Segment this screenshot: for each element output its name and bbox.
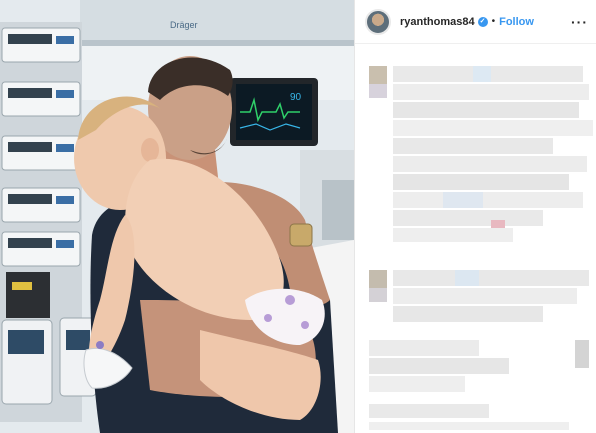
pixelated-avatar-shade bbox=[369, 288, 387, 302]
pixelated-text-block bbox=[393, 84, 589, 100]
username-link[interactable]: ryanthomas84 bbox=[400, 16, 475, 28]
post-header: ryanthomas84 ✓ • Follow ··· bbox=[355, 0, 596, 44]
pixelated-comments-area bbox=[355, 44, 596, 433]
pixelated-text-block bbox=[393, 306, 543, 322]
pixelated-text-block bbox=[369, 422, 569, 430]
vital-signs-monitor: 90 bbox=[230, 78, 318, 146]
pixelated-avatar bbox=[369, 66, 387, 84]
pixelated-text-block bbox=[393, 210, 543, 226]
pixelated-avatar bbox=[575, 340, 589, 368]
more-options-icon[interactable]: ··· bbox=[571, 14, 588, 30]
instagram-post: Dräger 90 ryanthomas84 ✓ • Follow ··· bbox=[0, 0, 596, 433]
separator-dot: • bbox=[491, 16, 496, 27]
pixelated-text-block bbox=[369, 340, 479, 356]
hospital-photo-illustration: Dräger 90 bbox=[0, 0, 354, 433]
drager-logo: Dräger bbox=[170, 20, 198, 30]
monitor-readout: 90 bbox=[290, 92, 302, 103]
pixelated-text-block bbox=[393, 102, 579, 118]
pixelated-text-block bbox=[393, 288, 577, 304]
pixelated-text-highlight bbox=[443, 192, 483, 208]
pixelated-text-block bbox=[369, 404, 489, 418]
verified-badge-icon: ✓ bbox=[477, 16, 488, 27]
pixelated-text-highlight bbox=[455, 270, 479, 286]
pixelated-text-highlight bbox=[473, 66, 491, 82]
follow-button[interactable]: Follow bbox=[499, 16, 534, 28]
pixelated-text-block bbox=[369, 376, 465, 392]
pixelated-text-block bbox=[393, 174, 569, 190]
pixelated-text-block bbox=[393, 228, 513, 242]
post-photo[interactable]: Dräger 90 bbox=[0, 0, 354, 433]
pixelated-avatar-shade bbox=[369, 84, 387, 98]
pixelated-text-block bbox=[393, 156, 587, 172]
pixelated-avatar bbox=[369, 270, 387, 288]
pixelated-text-block bbox=[393, 120, 593, 136]
pixelated-text-block bbox=[393, 192, 583, 208]
pixelated-text-block bbox=[393, 270, 589, 286]
pixelated-text-block bbox=[369, 358, 509, 374]
profile-avatar[interactable] bbox=[365, 8, 391, 35]
post-side-panel: ryanthomas84 ✓ • Follow ··· bbox=[354, 0, 596, 433]
pixelated-text-block bbox=[393, 138, 553, 154]
